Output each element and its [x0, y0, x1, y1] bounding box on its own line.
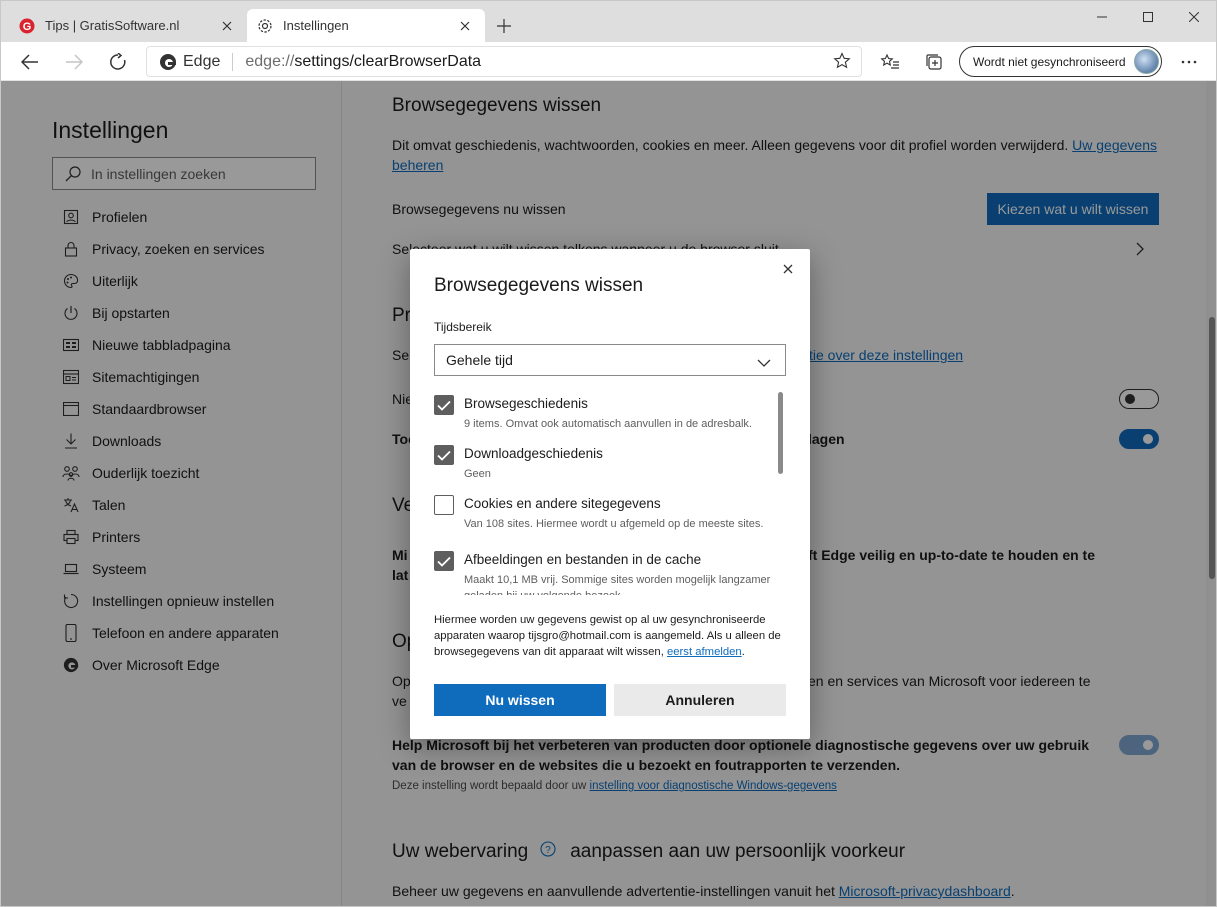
gear-icon	[257, 18, 273, 34]
checkbox-checked[interactable]	[434, 445, 454, 465]
tab-gratissoftware[interactable]: G Tips | GratisSoftware.nl	[9, 9, 247, 42]
checkbox-checked[interactable]	[434, 551, 454, 571]
tab-label: Instellingen	[283, 18, 349, 33]
sync-note: Hiermee worden uw gegevens gewist op al …	[434, 612, 790, 660]
gratissoftware-icon: G	[19, 18, 35, 34]
site-label: Edge	[183, 52, 221, 70]
more-menu-button[interactable]	[1173, 46, 1205, 78]
time-range-label: Tijdsbereik	[434, 320, 492, 334]
favorite-star-icon[interactable]	[833, 52, 851, 75]
minimize-button[interactable]	[1079, 1, 1125, 33]
item-title: Afbeeldingen en bestanden in de cache	[464, 552, 702, 567]
tab-strip: G Tips | GratisSoftware.nl Instellingen	[1, 1, 1216, 42]
svg-text:G: G	[23, 21, 32, 33]
item-title: Browsegeschiedenis	[464, 396, 588, 411]
item-title: Downloadgeschiedenis	[464, 446, 603, 461]
time-range-value: Gehele tijd	[446, 352, 513, 368]
sign-out-link[interactable]: eerst afmelden	[667, 646, 742, 658]
dialog-scrollbar[interactable]	[778, 392, 784, 595]
checkmark-icon	[437, 450, 451, 461]
back-button[interactable]	[14, 46, 46, 78]
sync-note-end: .	[741, 646, 745, 658]
clear-browsing-data-dialog: Browsegegevens wissen Tijdsbereik Gehele…	[410, 249, 810, 739]
minimize-icon	[1097, 16, 1107, 18]
plus-icon	[497, 19, 511, 33]
time-range-select[interactable]: Gehele tijd	[434, 344, 786, 376]
item-title: Cookies en andere sitegegevens	[464, 496, 661, 511]
refresh-button[interactable]	[102, 46, 134, 78]
tab-instellingen[interactable]: Instellingen	[247, 9, 485, 42]
url-prefix: edge://	[245, 52, 295, 70]
clear-now-button[interactable]: Nu wissen	[434, 684, 606, 716]
address-divider	[232, 52, 234, 71]
favorites-button[interactable]	[874, 46, 906, 78]
item-description: Van 108 sites. Hiermee wordt u afgemeld …	[464, 518, 764, 530]
dialog-title: Browsegegevens wissen	[434, 275, 644, 296]
favorites-list-icon	[880, 53, 899, 69]
item-description: Geen	[464, 468, 491, 480]
tab-label: Tips | GratisSoftware.nl	[45, 18, 180, 33]
collections-icon	[926, 54, 942, 70]
address-bar[interactable]: Edge edge://settings/clearBrowserData	[146, 46, 862, 77]
edge-icon	[160, 53, 176, 70]
profile-sync-button[interactable]: Wordt niet gesynchroniseerd	[959, 46, 1162, 77]
item-description: Maakt 10,1 MB vrij. Sommige sites worden…	[464, 574, 771, 595]
toolbar: Edge edge://settings/clearBrowserData Wo…	[1, 42, 1216, 81]
cancel-button[interactable]: Annuleren	[614, 684, 786, 716]
forward-button[interactable]	[58, 46, 90, 78]
close-icon	[1189, 12, 1199, 22]
checkbox-unchecked[interactable]	[434, 495, 454, 515]
refresh-icon	[110, 53, 126, 70]
url-path: settings/clearBrowserData	[294, 52, 482, 70]
forward-arrow-icon	[66, 54, 83, 70]
new-tab-button[interactable]	[491, 13, 517, 39]
avatar	[1134, 49, 1159, 74]
close-window-button[interactable]	[1171, 1, 1216, 33]
chevron-down-icon	[757, 354, 771, 370]
maximize-icon	[1143, 12, 1153, 22]
browser-window: G Tips | GratisSoftware.nl Instellingen	[0, 0, 1217, 907]
sync-status-label: Wordt niet gesynchroniseerd	[973, 54, 1126, 69]
dialog-close-button[interactable]	[778, 259, 798, 279]
item-description: 9 items. Omvat ook automatisch aanvullen…	[464, 418, 752, 430]
more-dots-icon	[1181, 60, 1197, 64]
checkbox-checked[interactable]	[434, 395, 454, 415]
checkmark-icon	[437, 556, 451, 567]
dialog-scrollbar-thumb[interactable]	[778, 392, 783, 474]
collections-button[interactable]	[918, 46, 950, 78]
tab-close-icon[interactable]	[455, 16, 475, 36]
maximize-button[interactable]	[1125, 1, 1171, 33]
checkmark-icon	[437, 400, 451, 411]
data-type-list: Browsegeschiedenis 9 items. Omvat ook au…	[434, 392, 784, 595]
back-arrow-icon	[21, 54, 38, 70]
tab-close-icon[interactable]	[217, 16, 237, 36]
close-icon	[783, 264, 793, 274]
